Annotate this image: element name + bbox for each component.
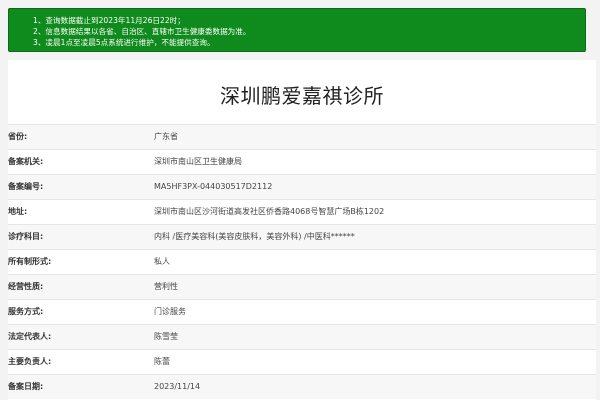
field-value: 内科 /医疗美容科(美容皮肤科，美容外科) /中医科****** [154,232,355,241]
field-row-ownership: 所有制形式: 私人 [8,249,596,274]
field-value: 门诊服务 [154,307,186,316]
field-row-business-nature: 经营性质: 营利性 [8,274,596,299]
field-row-province: 省份: 广东省 [8,124,596,149]
field-value: 私人 [154,257,170,266]
page-title: 深圳鹏爱嘉祺诊所 [220,84,384,108]
notice-line: 3、凌晨1点至凌晨5点系统进行维护，不能提供查询。 [33,38,215,47]
field-value: MA5HF3PX-044030517D2112 [154,182,273,191]
notice-line: 2、信息数据结果以各省、自治区、直辖市卫生健康委数据为准。 [33,27,251,36]
notice-line: 1、查询数据截止到2023年11月26日22时； [33,16,185,25]
field-value: 陈雪莹 [154,332,178,341]
field-value: 深圳市南山区沙河街道高发社区侨香路4068号智慧广场B栋1202 [154,207,385,216]
field-row-service-mode: 服务方式: 门诊服务 [8,299,596,324]
field-label: 主要负责人: [8,357,52,366]
field-label: 诊疗科目: [8,232,44,241]
field-label: 备案机关: [8,157,44,166]
field-value: 营利性 [154,282,178,291]
field-row-principal: 主要负责人: 陈蕾 [8,349,596,374]
field-label: 备案编号: [8,182,44,191]
field-label: 服务方式: [8,307,44,316]
field-row-address: 地址: 深圳市南山区沙河街道高发社区侨香路4068号智慧广场B栋1202 [8,199,596,224]
field-label: 备案日期: [8,382,44,391]
field-row-record-number: 备案编号: MA5HF3PX-044030517D2112 [8,174,596,199]
field-value: 深圳市南山区卫生健康局 [154,157,242,166]
field-row-legal-representative: 法定代表人: 陈雪莹 [8,324,596,349]
notice-banner: 1、查询数据截止到2023年11月26日22时； 2、信息数据结果以各省、自治区… [8,8,586,52]
field-label: 所有制形式: [8,257,52,266]
field-value: 陈蕾 [154,357,170,366]
record-panel: 深圳鹏爱嘉祺诊所 省份: 广东省 备案机关: 深圳市南山区卫生健康局 备案编号:… [8,60,596,400]
field-value: 2023/11/14 [154,382,201,391]
field-row-record-date: 备案日期: 2023/11/14 [8,374,596,399]
field-label: 经营性质: [8,282,44,291]
record-table: 省份: 广东省 备案机关: 深圳市南山区卫生健康局 备案编号: MA5HF3PX… [8,124,596,399]
field-label: 省份: [8,132,28,141]
field-row-authority: 备案机关: 深圳市南山区卫生健康局 [8,149,596,174]
field-label: 地址: [8,207,28,216]
field-label: 法定代表人: [8,332,52,341]
field-value: 广东省 [154,132,178,141]
field-row-departments: 诊疗科目: 内科 /医疗美容科(美容皮肤科，美容外科) /中医科****** [8,224,596,249]
